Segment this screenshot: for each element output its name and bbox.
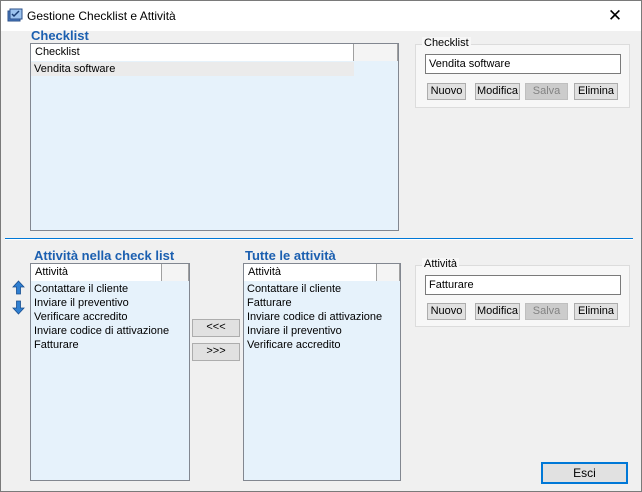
activity-delete-button[interactable]: Elimina [574, 303, 618, 320]
add-to-checklist-button[interactable]: <<< [192, 319, 240, 337]
title-bar: Gestione Checklist e Attività ✕ [1, 1, 641, 31]
activity-group-label: Attività [422, 258, 460, 270]
activity-save-button[interactable]: Salva [525, 303, 568, 320]
window-title: Gestione Checklist e Attività [27, 9, 176, 23]
list-item[interactable]: Verificare accredito [31, 310, 189, 324]
checklist-new-button[interactable]: Nuovo [427, 83, 466, 100]
assigned-list-body: Contattare il cliente Inviare il prevent… [31, 282, 189, 352]
checklist-list[interactable]: Checklist Vendita software [30, 43, 399, 231]
assigned-list-header: Attività [31, 264, 189, 281]
checklist-name-field[interactable]: Vendita software [425, 54, 621, 74]
main-window: Gestione Checklist e Attività ✕ Checklis… [0, 0, 642, 492]
checklist-group-label: Checklist [422, 37, 471, 49]
checklist-delete-button[interactable]: Elimina [574, 83, 618, 100]
checklist-save-button[interactable]: Salva [525, 83, 568, 100]
close-icon[interactable]: ✕ [605, 6, 625, 26]
move-up-icon[interactable] [11, 280, 26, 295]
list-item[interactable]: Inviare codice di attivazione [244, 310, 400, 324]
list-item[interactable]: Inviare il preventivo [31, 296, 189, 310]
column-header-activity[interactable]: Attività [244, 264, 377, 281]
column-header-filler [162, 264, 189, 281]
activity-edit-button[interactable]: Modifica [475, 303, 520, 320]
checklist-detail-group: Checklist Vendita software Nuovo Modific… [415, 37, 630, 108]
exit-button[interactable]: Esci [541, 462, 628, 484]
checklist-list-header: Checklist [31, 44, 398, 61]
section-divider [5, 238, 633, 240]
list-item[interactable]: Inviare codice di attivazione [31, 324, 189, 338]
checklist-edit-button[interactable]: Modifica [475, 83, 520, 100]
activity-detail-group: Attività Fatturare Nuovo Modifica Salva … [415, 258, 630, 327]
list-item[interactable]: Fatturare [244, 296, 400, 310]
all-activities-title: Tutte le attività [245, 248, 336, 263]
list-item[interactable]: Vendita software [31, 62, 354, 76]
checklist-app-icon [7, 8, 23, 22]
column-header-filler [354, 44, 398, 61]
column-header-checklist[interactable]: Checklist [31, 44, 354, 61]
column-header-filler [377, 264, 400, 281]
column-header-activity[interactable]: Attività [31, 264, 162, 281]
all-activities-list[interactable]: Attività Contattare il cliente Fatturare… [243, 263, 401, 481]
activity-name-field[interactable]: Fatturare [425, 275, 621, 295]
list-item[interactable]: Verificare accredito [244, 338, 400, 352]
all-list-body: Contattare il cliente Fatturare Inviare … [244, 282, 400, 352]
list-item[interactable]: Inviare il preventivo [244, 324, 400, 338]
list-item[interactable]: Fatturare [31, 338, 189, 352]
remove-from-checklist-button[interactable]: >>> [192, 343, 240, 361]
activity-new-button[interactable]: Nuovo [427, 303, 466, 320]
checklist-list-body: Vendita software [31, 62, 398, 76]
checklist-section-title: Checklist [31, 28, 89, 43]
move-down-icon[interactable] [11, 300, 26, 315]
assigned-activities-title: Attività nella check list [34, 248, 175, 263]
all-list-header: Attività [244, 264, 400, 281]
assigned-activities-list[interactable]: Attività Contattare il cliente Inviare i… [30, 263, 190, 481]
list-item[interactable]: Contattare il cliente [31, 282, 189, 296]
list-item[interactable]: Contattare il cliente [244, 282, 400, 296]
